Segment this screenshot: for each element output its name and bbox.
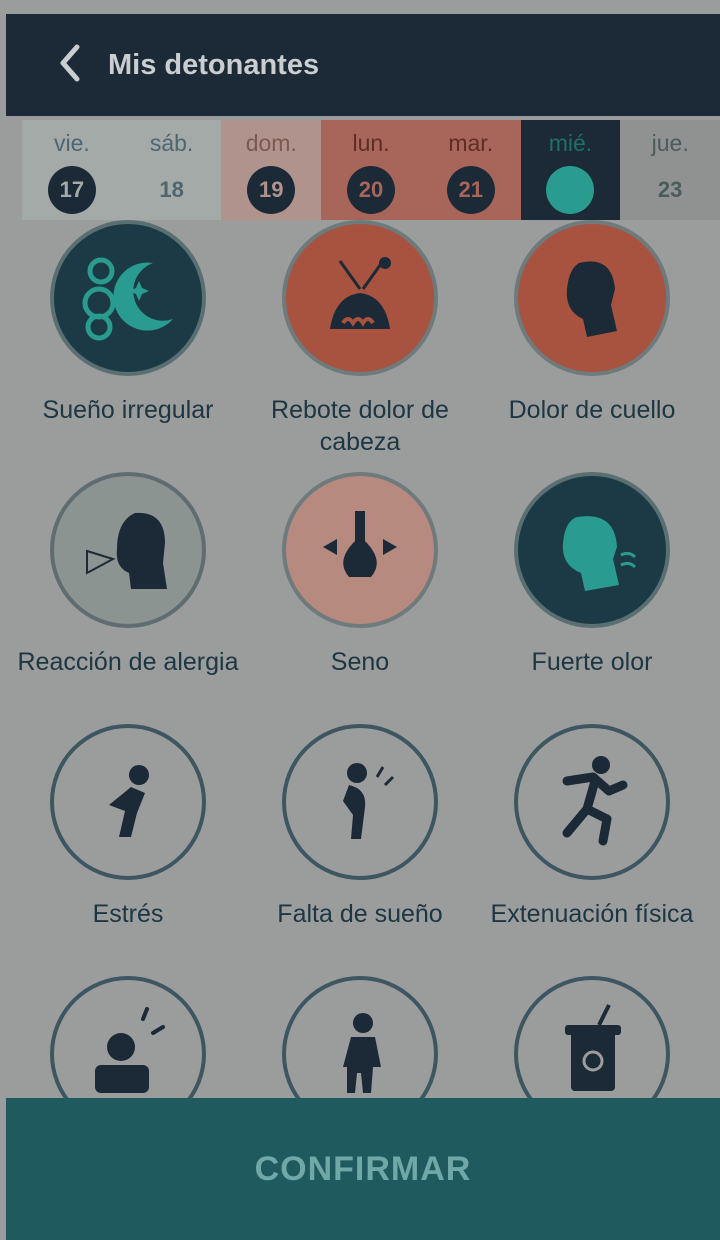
confirm-button-label: CONFIRMAR xyxy=(254,1149,472,1188)
trigger-toggle[interactable] xyxy=(282,724,438,880)
pill-rebound-icon xyxy=(305,241,415,356)
trigger-toggle[interactable] xyxy=(50,724,206,880)
day-17[interactable]: vie. 17 xyxy=(22,120,122,220)
stress-person-icon xyxy=(73,745,183,860)
trigger-label: Reacción de alergia xyxy=(17,648,239,676)
day-20[interactable]: lun. 20 xyxy=(321,120,421,220)
trigger-label: Extenuación física xyxy=(490,900,694,928)
triggers-grid: Sueño irregular Rebote dolor de cabeza Dol… xyxy=(0,220,720,1100)
trigger-item[interactable]: Estrés xyxy=(8,724,248,930)
trigger-toggle[interactable] xyxy=(282,976,438,1100)
app-header: Mis detonantes xyxy=(6,14,720,116)
neck-pain-icon xyxy=(537,241,647,356)
trigger-item[interactable]: Seno xyxy=(240,472,480,678)
moon-sleep-icon xyxy=(73,241,183,356)
trigger-item[interactable]: Rebote dolor de cabeza xyxy=(240,220,480,458)
day-number: 18 xyxy=(159,177,184,202)
trigger-item[interactable] xyxy=(240,976,480,1100)
day-number: 21 xyxy=(446,166,495,214)
trigger-toggle[interactable] xyxy=(282,220,438,376)
day-22[interactable]: mié. 22 xyxy=(520,120,621,220)
page-title: Mis detonantes xyxy=(108,48,320,81)
trigger-item[interactable]: Sueño irregular xyxy=(8,220,248,426)
trigger-toggle[interactable] xyxy=(282,472,438,628)
trigger-label: Rebote dolor de cabeza xyxy=(271,396,449,456)
day-21[interactable]: mar. 21 xyxy=(420,120,521,220)
day-name: sáb. xyxy=(149,130,194,156)
day-number: 17 xyxy=(47,166,96,214)
tired-person-icon xyxy=(305,745,415,860)
trigger-item[interactable]: Extenuación física xyxy=(472,724,712,930)
day-number: 19 xyxy=(247,166,296,214)
day-19[interactable]: dom. 19 xyxy=(221,120,322,220)
trigger-item[interactable]: Dolor de cuello xyxy=(472,220,712,426)
trigger-toggle[interactable] xyxy=(50,472,206,628)
trigger-label: Falta de sueño xyxy=(277,900,443,928)
trigger-toggle[interactable] xyxy=(50,220,206,376)
day-name: lun. xyxy=(352,130,390,156)
day-name: mié. xyxy=(548,130,593,156)
trigger-toggle[interactable] xyxy=(514,220,670,376)
trigger-toggle[interactable] xyxy=(514,472,670,628)
trigger-label: Estrés xyxy=(92,900,164,928)
drink-cup-icon xyxy=(537,997,647,1101)
trigger-item[interactable]: Reacción de alergia xyxy=(8,472,248,678)
sinus-nose-icon xyxy=(305,493,415,608)
day-number: 22 xyxy=(546,166,595,214)
noise-person-icon xyxy=(73,997,183,1101)
day-name: jue. xyxy=(651,130,689,156)
heat-person-icon xyxy=(305,997,415,1101)
day-number: 20 xyxy=(347,166,396,214)
day-name: dom. xyxy=(245,130,297,156)
trigger-toggle[interactable] xyxy=(514,724,670,880)
trigger-item[interactable] xyxy=(8,976,248,1100)
day-23[interactable]: jue. 23 xyxy=(620,120,720,220)
confirm-button[interactable]: CONFIRMAR xyxy=(6,1098,720,1240)
trigger-label: Sueño irregular xyxy=(42,396,214,424)
trigger-label: Fuerte olor xyxy=(531,648,653,676)
day-name: mar. xyxy=(448,130,494,156)
day-number: 23 xyxy=(657,177,683,202)
day-selector-strip: vie. 17 sáb. 18 dom. 19 lun. 20 mar. 21 mié. 22 jue.… xyxy=(22,120,720,220)
chevron-left-icon xyxy=(55,43,85,88)
strong-smell-icon xyxy=(537,493,647,608)
day-18[interactable]: sáb. 18 xyxy=(121,120,222,220)
trigger-item[interactable] xyxy=(472,976,712,1100)
day-name: vie. xyxy=(53,130,90,156)
allergy-head-icon xyxy=(73,493,183,608)
trigger-toggle[interactable] xyxy=(50,976,206,1100)
trigger-toggle[interactable] xyxy=(514,976,670,1100)
trigger-label: Dolor de cuello xyxy=(508,396,676,424)
trigger-item[interactable]: Falta de sueño xyxy=(240,724,480,930)
running-person-icon xyxy=(537,745,647,860)
trigger-label: Seno xyxy=(330,648,390,676)
back-button[interactable] xyxy=(40,35,100,95)
trigger-item[interactable]: Fuerte olor xyxy=(472,472,712,678)
